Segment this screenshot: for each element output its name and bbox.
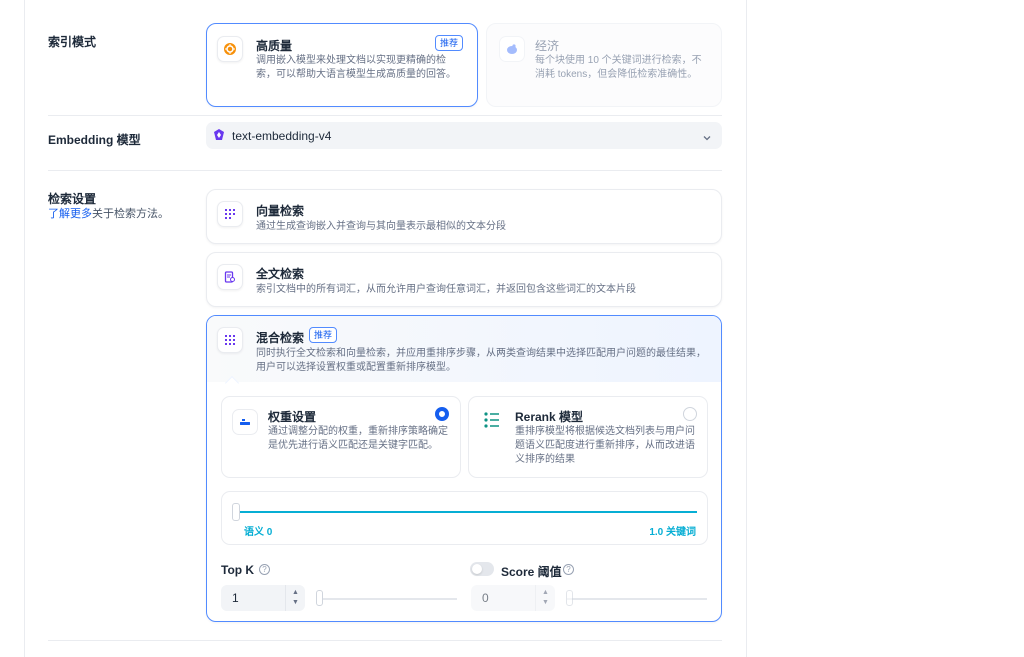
learn-more-text: 了解更多关于检索方法。 (48, 208, 169, 220)
vector-search-title: 向量检索 (256, 204, 305, 218)
weight-settings-desc: 通过调整分配的权重，重新排序策略确定是优先进行语义匹配还是关键字匹配。 (268, 426, 448, 451)
model-provider-icon (212, 128, 226, 147)
fulltext-search-option[interactable]: 全文检索 索引文档中的所有词汇，从而允许用户查询任意词汇，并返回包含这些词汇的文… (206, 252, 722, 307)
embedding-model-value: text-embedding-v4 (232, 129, 332, 143)
left-border (24, 0, 25, 657)
weight-slider-handle[interactable] (232, 503, 240, 521)
right-border (746, 0, 747, 657)
embedding-model-select[interactable]: text-embedding-v4 (206, 122, 722, 149)
hybrid-recommended-badge: 推荐 (309, 327, 338, 343)
help-icon[interactable]: ? (259, 564, 270, 575)
rerank-model-title: Rerank 模型 (515, 410, 584, 424)
high-quality-title: 高质量 (256, 39, 293, 53)
score-threshold-slider-track[interactable] (567, 598, 707, 600)
hybrid-search-icon (217, 327, 243, 353)
economy-desc: 每个块使用 10 个关键词进行检索，不消耗 tokens，但会降低检索准确性。 (535, 55, 702, 80)
index-mode-label: 索引模式 (48, 35, 97, 49)
top-k-label: Top K (221, 563, 255, 577)
learn-more-link[interactable]: 了解更多 (48, 208, 92, 220)
piggy-bank-icon (499, 36, 525, 62)
score-threshold-input[interactable]: 0 ▲ ▼ (471, 585, 555, 611)
vector-search-icon (217, 201, 243, 227)
score-threshold-stepper[interactable]: ▲ ▼ (535, 585, 555, 611)
top-k-stepper[interactable]: ▲ ▼ (285, 585, 305, 611)
chevron-down-icon (702, 130, 712, 148)
rerank-model-icon (483, 411, 501, 434)
rerank-model-radio[interactable] (683, 407, 697, 421)
rerank-model-option[interactable]: Rerank 模型 重排序模型将根据候选文档列表与用户问题语义匹配度进行重新排序… (468, 396, 708, 478)
divider (48, 115, 722, 116)
high-quality-option[interactable]: 高质量 推荐 调用嵌入模型来处理文档以实现更精确的检索，可以帮助大语言模型生成高… (206, 23, 478, 107)
economy-title: 经济 (535, 39, 560, 53)
recommended-badge: 推荐 (435, 35, 464, 51)
weight-settings-icon (232, 409, 258, 435)
score-threshold-toggle[interactable] (470, 562, 494, 576)
high-quality-icon (217, 36, 243, 62)
weight-slider-panel: 语义 0 1.0 关键词 (221, 491, 708, 545)
weight-settings-title: 权重设置 (268, 410, 317, 424)
weight-slider-track[interactable] (237, 511, 697, 513)
weight-settings-option[interactable]: 权重设置 通过调整分配的权重，重新排序策略确定是优先进行语义匹配还是关键字匹配。 (221, 396, 461, 478)
economy-option[interactable]: 经济 每个块使用 10 个关键词进行检索，不消耗 tokens，但会降低检索准确… (486, 23, 722, 107)
embedding-model-label: Embedding 模型 (48, 133, 141, 147)
top-k-slider-track[interactable] (317, 598, 457, 600)
fulltext-search-desc: 索引文档中的所有词汇，从而允许用户查询任意词汇，并返回包含这些词汇的文本片段 (256, 284, 636, 295)
rerank-model-desc: 重排序模型将根据候选文档列表与用户问题语义匹配度进行重新排序，从而改进语义排序的… (515, 426, 695, 465)
keyword-weight-label: 1.0 关键词 (649, 527, 696, 538)
score-threshold-label: Score 阈值 (501, 565, 562, 579)
vector-search-option[interactable]: 向量检索 通过生成查询嵌入并查询与其向量表示最相似的文本分段 (206, 189, 722, 244)
top-k-input[interactable]: 1 ▲ ▼ (221, 585, 305, 611)
high-quality-desc: 调用嵌入模型来处理文档以实现更精确的检索，可以帮助大语言模型生成高质量的回答。 (256, 55, 456, 80)
hybrid-search-desc: 同时执行全文检索和向量检索，并应用重排序步骤，从两类查询结果中选择匹配用户问题的… (256, 348, 706, 373)
fulltext-search-icon (217, 264, 243, 290)
help-icon[interactable]: ? (563, 564, 574, 575)
fulltext-search-title: 全文检索 (256, 267, 305, 281)
vector-search-desc: 通过生成查询嵌入并查询与其向量表示最相似的文本分段 (256, 221, 506, 232)
divider (48, 640, 722, 641)
weight-settings-radio[interactable] (435, 407, 449, 421)
top-k-slider-handle[interactable] (316, 590, 323, 606)
hybrid-search-option[interactable]: 混合检索 推荐 同时执行全文检索和向量检索，并应用重排序步骤，从两类查询结果中选… (206, 315, 722, 622)
score-threshold-slider-handle[interactable] (566, 590, 573, 606)
hybrid-search-title: 混合检索 (256, 331, 305, 345)
divider (48, 170, 722, 171)
semantic-weight-label: 语义 0 (244, 527, 273, 538)
